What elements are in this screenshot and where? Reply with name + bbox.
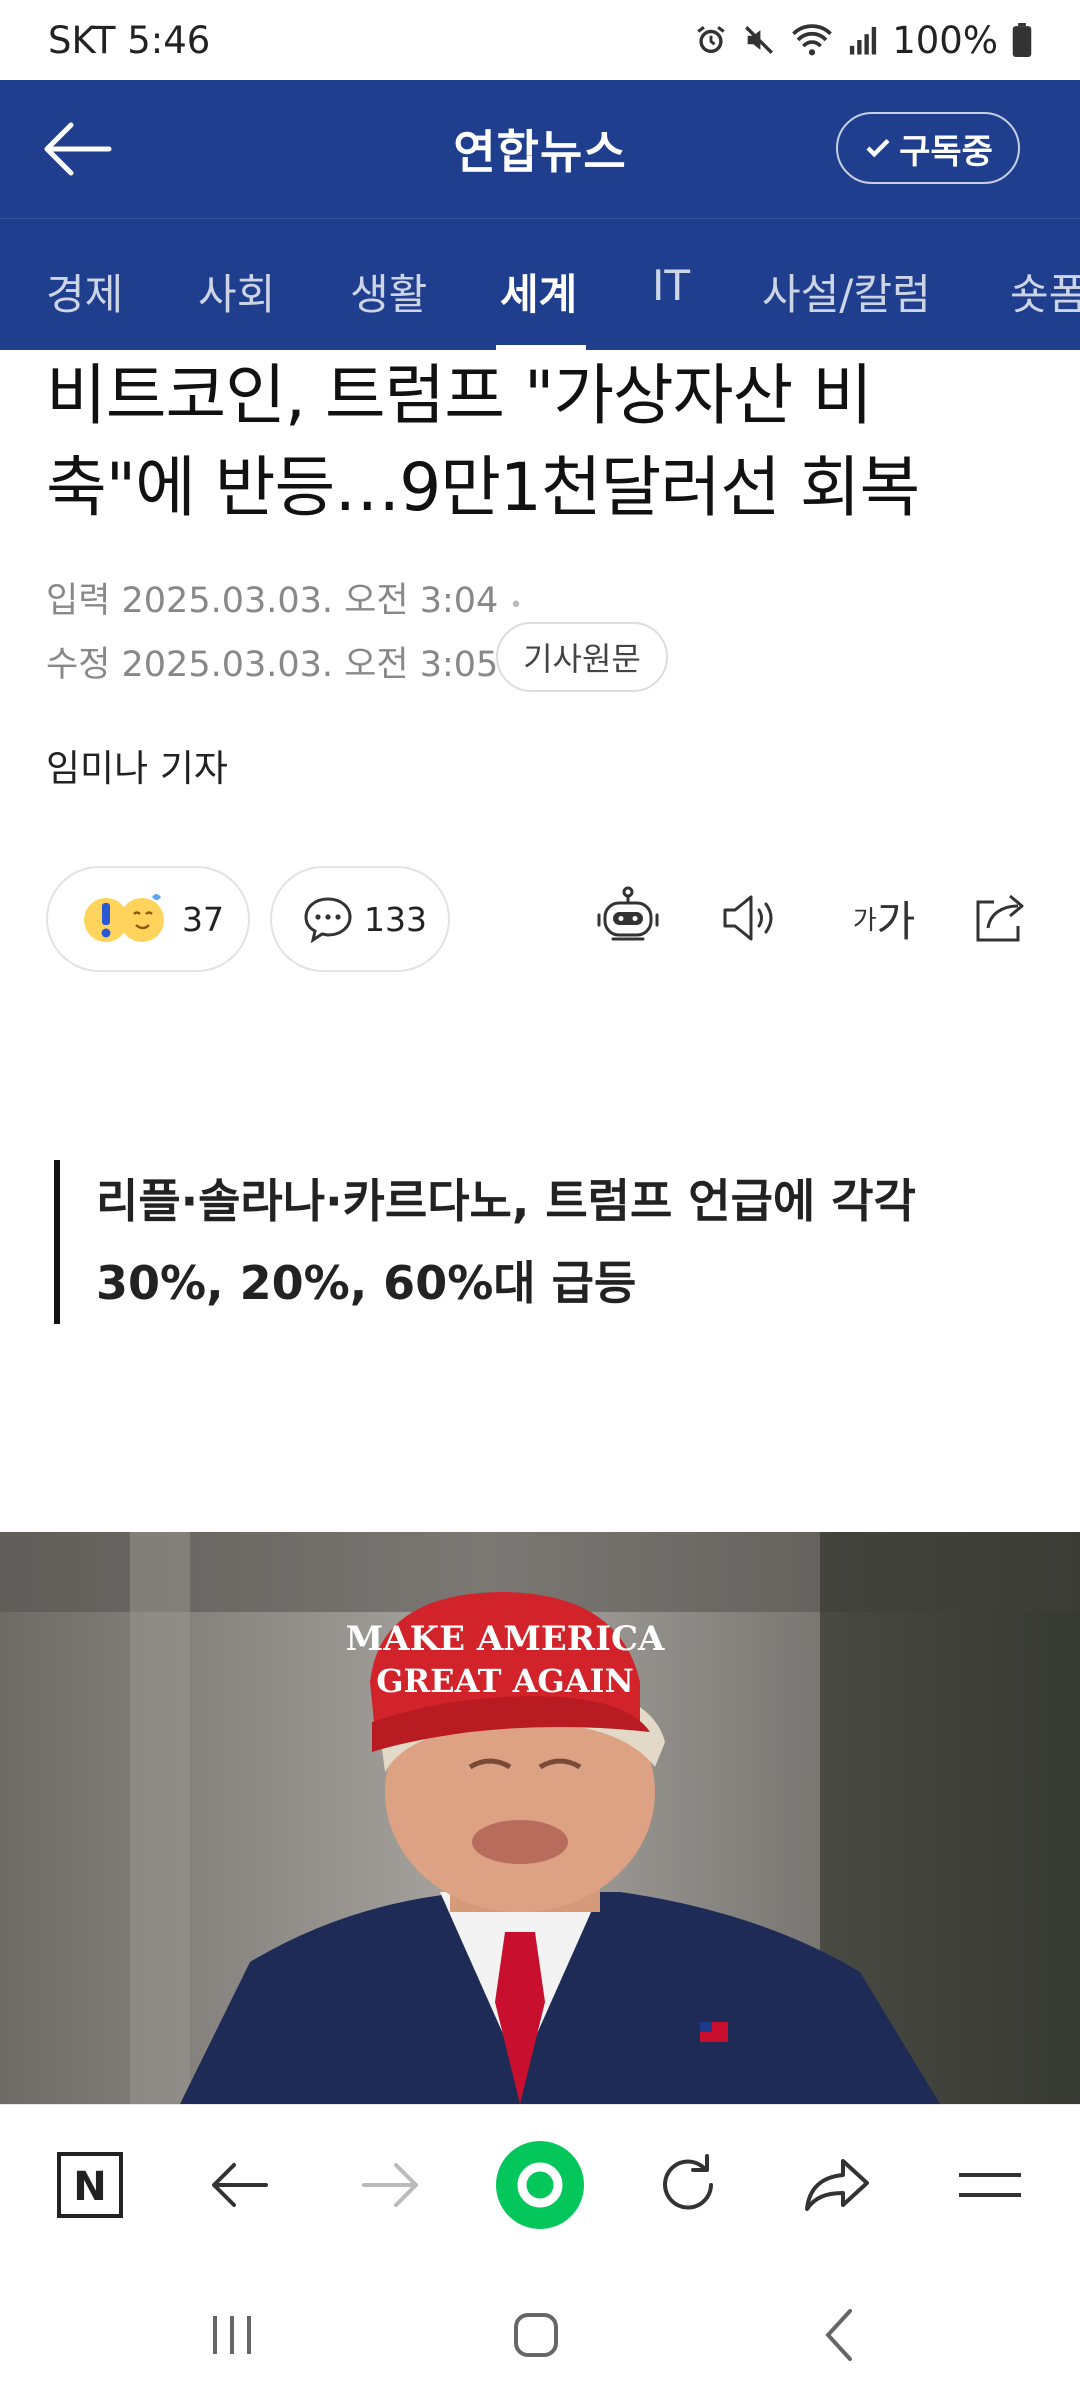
system-back-button[interactable] [800,2300,880,2370]
summary-line-2: 30%, 20%, 60%대 급등 [96,1256,637,1310]
robot-icon [597,886,659,941]
browser-share-button[interactable] [798,2145,878,2225]
share-icon [976,894,1024,942]
reaction-button[interactable]: 37 [46,866,250,972]
refresh-icon [663,2154,713,2210]
share-arrow-icon [805,2159,869,2211]
published-date: 입력 2025.03.03. 오전 3:04 • [46,581,523,621]
article-photo: MAKE AMERICA GREAT AGAIN [0,1532,1080,2104]
carrier-time: SKT 5:46 [48,18,211,62]
svg-text:N: N [73,2164,106,2210]
tab-it[interactable]: IT [652,261,690,310]
green-dot-icon [496,2141,584,2229]
ai-summary-button[interactable] [590,880,666,956]
back-button[interactable] [40,114,116,184]
comment-button[interactable]: 133 [270,866,450,972]
article-summary: 리플·솔라나·카르다노, 트럼프 언급에 각각 30%, 20%, 60%대 급… [54,1160,1034,1324]
chevron-left-icon [825,2309,852,2361]
arrow-left-icon [44,122,112,176]
wifi-icon [792,24,833,56]
browser-forward-button[interactable] [350,2145,430,2225]
comment-icon [304,897,352,943]
menu-button[interactable] [950,2145,1030,2225]
browser-toolbar: N [0,2104,1080,2260]
author-name: 임미나 기자 [46,747,228,790]
speaker-icon [723,895,773,941]
arrow-left-icon [212,2163,268,2207]
check-icon [866,138,890,158]
naver-n-icon: N [57,2152,123,2218]
tab-life[interactable]: 생활 [350,261,427,322]
font-size-small-label: 가 [852,905,877,936]
system-nav-bar [0,2260,1080,2400]
tab-editorial[interactable]: 사설/칼럼 [762,261,931,322]
text-to-speech-button[interactable] [712,880,788,956]
arrow-right-icon [362,2163,418,2207]
browser-back-button[interactable] [200,2145,280,2225]
subscribe-button[interactable]: 구독중 [836,112,1020,184]
refresh-button[interactable] [648,2145,728,2225]
mute-icon [745,26,774,54]
green-dot-button[interactable] [496,2141,584,2229]
reaction-emoji-icon [84,894,164,942]
original-article-button[interactable]: 기사원문 [496,622,668,692]
naver-home-button[interactable]: N [50,2145,130,2225]
recent-apps-icon [213,2316,251,2354]
cap-text-line-2: GREAT AGAIN [376,1662,634,1700]
battery-icon [1012,23,1032,57]
tab-society[interactable]: 사회 [198,261,275,322]
status-bar: SKT 5:46 100% [0,0,1080,80]
font-size-button[interactable]: 가가 [834,880,934,956]
app-header: 연합뉴스 구독중 [0,80,1080,218]
font-size-large-label: 가 [876,896,916,946]
edited-date: 수정 2025.03.03. 오전 3:05 [46,645,499,685]
hamburger-icon [959,2173,1021,2197]
photo-illustration: MAKE AMERICA GREAT AGAIN [0,1532,1080,2104]
battery-percent: 100% [892,18,998,62]
tab-shortform[interactable]: 숏폼 [1010,261,1080,322]
tab-world[interactable]: 세계 [500,261,577,322]
home-button[interactable] [496,2300,576,2370]
alarm-icon [697,26,725,54]
subscribe-label: 구독중 [899,131,993,172]
home-icon [514,2313,558,2357]
recent-apps-button[interactable] [192,2300,272,2370]
signal-icon [850,26,877,55]
category-tabs: 경제 사회 생활 세계 IT 사설/칼럼 숏폼 [0,218,1080,350]
comment-count: 133 [364,899,427,939]
summary-line-1: 리플·솔라나·카르다노, 트럼프 언급에 각각 [96,1174,916,1228]
cap-text-line-1: MAKE AMERICA [346,1619,665,1659]
article-title: 비트코인, 트럼프 "가상자산 비 축"에 반등…9만1천달러선 회복 [46,350,1036,534]
title-line-2: 축"에 반등…9만1천달러선 회복 [46,449,920,526]
share-button[interactable] [962,880,1038,956]
reaction-count: 37 [182,899,224,939]
tab-economy[interactable]: 경제 [46,261,123,322]
title-line-1: 비트코인, 트럼프 "가상자산 비 [46,357,873,434]
page-title: 연합뉴스 [453,125,627,179]
